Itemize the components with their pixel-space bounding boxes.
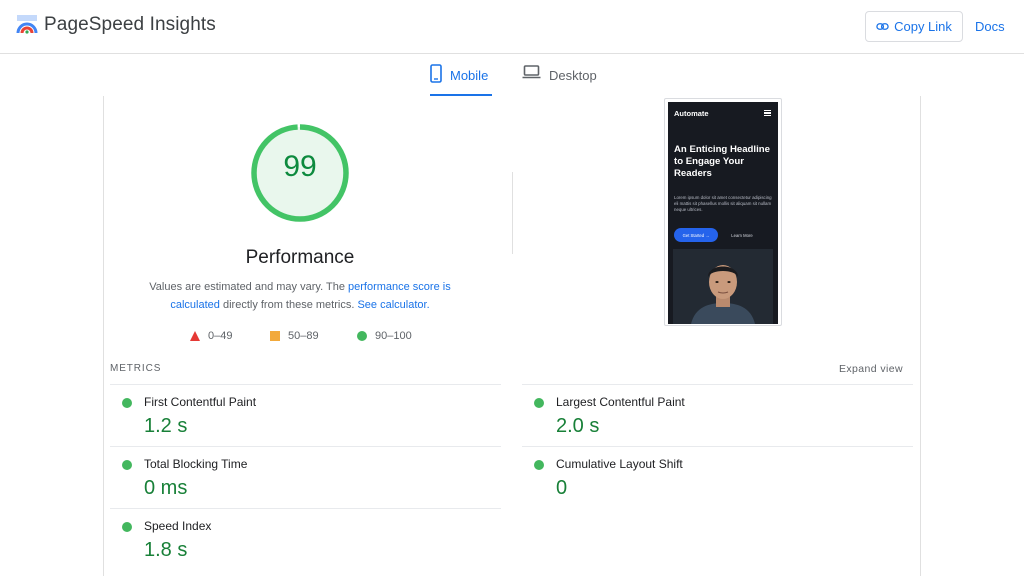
legend-average: 50–89	[270, 330, 319, 342]
metric-name: Speed Index	[144, 519, 212, 533]
metric-total-blocking-time: Total Blocking Time 0 ms	[110, 447, 490, 509]
metric-first-contentful-paint: First Contentful Paint 1.2 s	[110, 385, 490, 447]
laptop-icon	[522, 65, 541, 79]
legend-poor-label: 0–49	[208, 330, 233, 342]
screenshot-page: Automate An Enticing Headline to Engage …	[668, 102, 778, 324]
status-good-icon	[122, 398, 132, 408]
metric-name: Largest Contentful Paint	[556, 395, 685, 409]
hamburger-menu-icon	[764, 110, 771, 116]
desc-text-middle: directly from these metrics.	[219, 298, 358, 311]
smartphone-icon	[430, 64, 442, 83]
performance-title: Performance	[245, 247, 355, 268]
status-good-icon	[534, 460, 544, 470]
legend-poor: 0–49	[190, 330, 232, 342]
metric-cumulative-layout-shift: Cumulative Layout Shift 0	[522, 447, 902, 509]
circle-icon	[357, 331, 367, 341]
see-calculator-link[interactable]: See calculator.	[357, 299, 429, 311]
metric-value: 1.2 s	[144, 415, 188, 437]
tab-mobile[interactable]: Mobile	[430, 64, 492, 96]
pagespeed-logo-icon[interactable]	[16, 14, 38, 36]
screenshot-body-text: Lorem ipsum dolor sit amet consectetur a…	[674, 195, 772, 213]
metric-value: 1.8 s	[144, 539, 188, 561]
metric-name: First Contentful Paint	[144, 395, 257, 409]
legend-average-label: 50–89	[288, 330, 319, 342]
square-icon	[270, 331, 280, 341]
link-icon	[876, 23, 889, 30]
status-good-icon	[534, 398, 544, 408]
metric-value: 0 ms	[144, 477, 188, 499]
copy-link-label: Copy Link	[894, 19, 952, 34]
screenshot-headline: An Enticing Headline to Engage Your Read…	[674, 144, 770, 179]
docs-link[interactable]: Docs	[975, 19, 1005, 34]
metric-name: Cumulative Layout Shift	[556, 457, 683, 471]
screenshot-brand: Automate	[674, 109, 709, 118]
expand-view-toggle[interactable]: Expand view	[839, 363, 903, 375]
performance-score-value: 99	[283, 150, 317, 183]
legend-good: 90–100	[357, 330, 412, 342]
tab-desktop-label: Desktop	[549, 68, 597, 83]
triangle-icon	[190, 331, 200, 341]
performance-description: Values are estimated and may vary. The p…	[130, 279, 470, 314]
screenshot-portrait-image	[673, 249, 773, 324]
metric-largest-contentful-paint: Largest Contentful Paint 2.0 s	[522, 385, 902, 447]
screenshot-secondary-button: Learn More	[731, 232, 753, 238]
app-title[interactable]: PageSpeed Insights	[44, 14, 216, 36]
metric-value: 0	[556, 477, 568, 499]
tab-mobile-label: Mobile	[450, 68, 489, 83]
copy-link-button[interactable]: Copy Link	[865, 11, 963, 42]
legend-good-label: 90–100	[375, 330, 412, 342]
final-screenshot[interactable]: Automate An Enticing Headline to Engage …	[664, 98, 782, 326]
metrics-section-label: METRICS	[110, 363, 162, 374]
metric-value: 2.0 s	[556, 415, 600, 437]
portrait-illustration	[673, 249, 773, 324]
vertical-divider	[512, 172, 513, 254]
metric-speed-index: Speed Index 1.8 s	[110, 509, 490, 571]
tab-desktop[interactable]: Desktop	[522, 64, 602, 96]
metric-name: Total Blocking Time	[144, 457, 248, 471]
desc-text-prefix: Values are estimated and may vary. The	[149, 281, 348, 293]
screenshot-primary-button: Get Started →	[674, 228, 718, 242]
status-good-icon	[122, 460, 132, 470]
status-good-icon	[122, 522, 132, 532]
top-app-bar: PageSpeed Insights Copy Link Docs	[0, 0, 1024, 54]
